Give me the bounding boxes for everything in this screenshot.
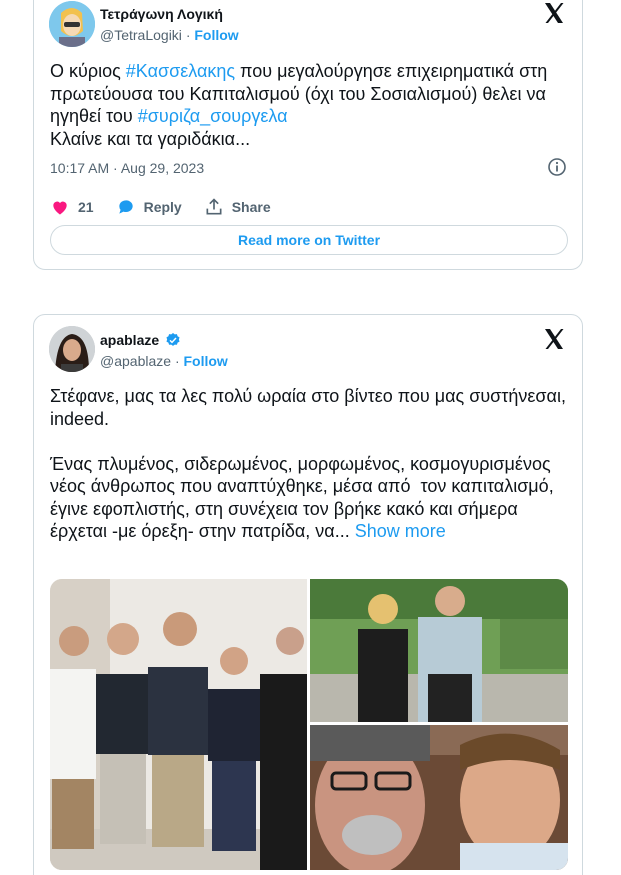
separator-dot: · [174,353,180,369]
author-handle[interactable]: @TetraLogiki [100,27,182,43]
author-avatar[interactable] [49,1,95,47]
group-photo[interactable] [50,579,307,870]
author-handle-line: @apablaze · Follow [100,353,228,369]
like-button[interactable]: 21 [50,197,94,217]
tweet-actions: 21 Reply Share [50,196,293,218]
verified-badge-icon [166,333,180,346]
reply-bubble-icon [118,200,133,214]
tweet-timestamp[interactable]: 10:17 AM · Aug 29, 2023 [50,160,204,176]
tweet-text-body: Στέφανε, μας τα λες πολύ ωραία στο βίντε… [50,386,566,541]
like-count: 21 [78,199,94,215]
share-upload-icon [206,198,222,215]
author-name[interactable]: apablaze [100,332,159,348]
author-handle[interactable]: @apablaze [100,353,171,369]
separator-dot: · [185,27,191,43]
selfie-photo[interactable] [310,725,568,870]
tweet-text: Ο κύριος #Κασσελακης που μεγαλούργησε επ… [50,60,570,150]
show-more-link[interactable]: Show more [355,521,446,541]
author-handle-line: @TetraLogiki · Follow [100,27,239,43]
heart-icon [53,201,67,215]
x-logo-icon[interactable] [542,327,566,351]
hashtag-link[interactable]: #συριζα_σουργελα [138,106,288,126]
author-avatar[interactable] [49,326,95,372]
follow-button[interactable]: Follow [184,353,228,369]
follow-button[interactable]: Follow [194,27,238,43]
tweet-text-part: Κλαίνε και τα γαριδάκια... [50,128,251,149]
tweet-card: apablaze @apablaze · Follow Στέφανε, μας… [33,314,583,875]
reply-button[interactable]: Reply [116,197,182,217]
reply-label: Reply [143,199,182,215]
couple-photo[interactable] [310,579,568,722]
read-more-button[interactable]: Read more on Twitter [50,225,568,255]
tweet-card: Τετράγωνη Λογική @TetraLogiki · Follow Ο… [33,0,583,270]
share-label: Share [231,199,271,215]
tweet-media-grid [50,579,568,870]
tweet-text-part: Ο κύριος [50,61,126,81]
author-name-row: apablaze [100,332,181,348]
tweet-text: Στέφανε, μας τα λες πολύ ωραία στο βίντε… [50,385,570,543]
info-icon[interactable] [547,157,567,177]
hashtag-link[interactable]: #Κασσελακης [126,61,235,81]
author-name[interactable]: Τετράγωνη Λογική [100,6,223,22]
x-logo-icon[interactable] [542,1,566,25]
share-button[interactable]: Share [204,197,271,217]
